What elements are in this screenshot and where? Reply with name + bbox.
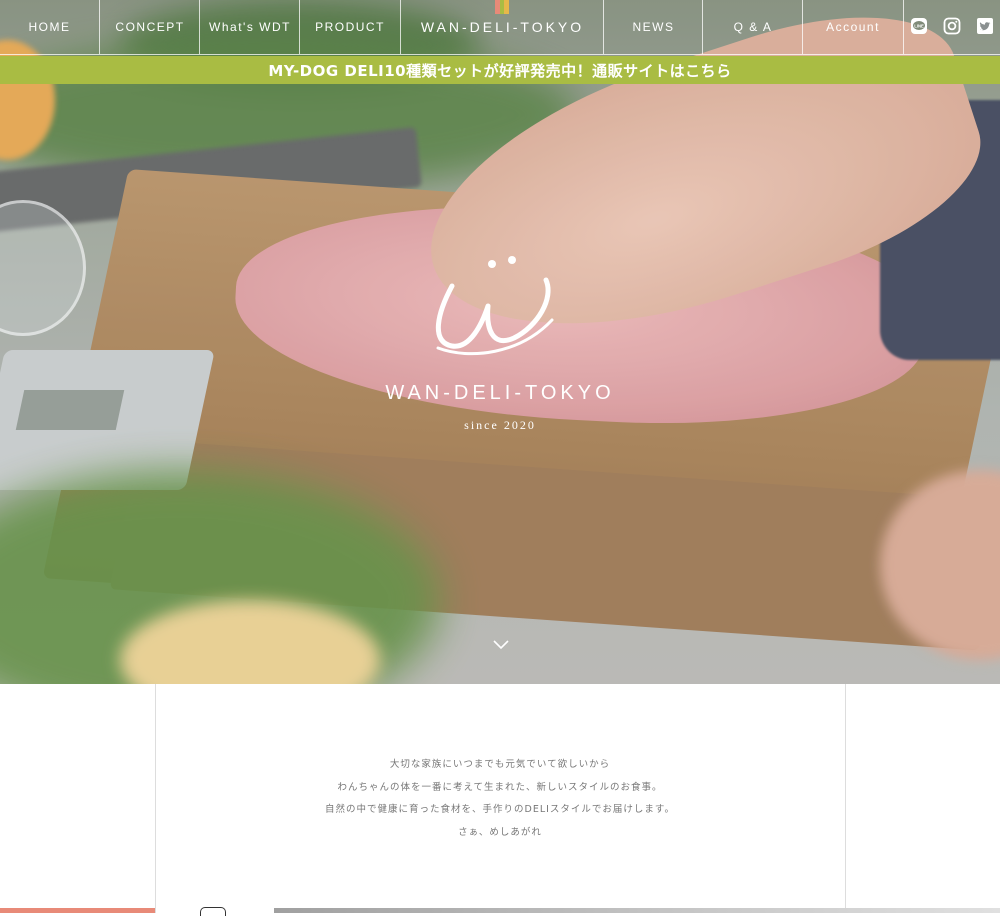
instagram-icon[interactable]: [943, 17, 961, 35]
concept-section: 大切な家族にいつまでも元気でいて欲しいから わんちゃんの体を一番に考えて生まれた…: [0, 684, 1000, 916]
hero-since: since 2020: [464, 418, 536, 432]
nav-concept[interactable]: CONCEPT: [99, 0, 200, 54]
concept-line: わんちゃんの体を一番に考えて生まれた、新しいスタイルのお食事。: [337, 781, 663, 793]
coral-strip: [0, 908, 155, 913]
bag-icon: [200, 907, 226, 916]
nav-qa[interactable]: Q & A: [702, 0, 803, 54]
nav-home[interactable]: HOME: [0, 0, 99, 54]
next-section-image: [274, 908, 1000, 913]
wan-deli-logo-mark: [435, 256, 554, 356]
site-logo[interactable]: WAN-DELI-TOKYO: [400, 0, 604, 54]
nav-product[interactable]: PRODUCT: [299, 0, 400, 54]
svg-text:LINE: LINE: [914, 23, 924, 28]
line-icon[interactable]: LINE: [910, 17, 928, 35]
concept-line: 大切な家族にいつまでも元気でいて欲しいから: [389, 759, 611, 770]
chevron-down-icon[interactable]: [493, 640, 509, 650]
hero-brand-name: WAN-DELI-TOKYO: [385, 382, 615, 404]
promo-banner[interactable]: MY-DOG DELI10種類セットが好評発売中！通販サイトはこちら: [0, 56, 1000, 84]
concept-line: 自然の中で健康に育った食材を、手作りのDELIスタイルでお届けします。: [325, 804, 675, 815]
twitter-icon[interactable]: [976, 17, 994, 35]
top-navigation: HOME CONCEPT What's WDT PRODUCT WAN-DELI…: [0, 0, 1000, 56]
nav-news[interactable]: NEWS: [603, 0, 703, 54]
nav-divider: [0, 54, 1000, 55]
nav-whats-wdt[interactable]: What's WDT: [199, 0, 300, 54]
concept-line: さぁ、めしあがれ: [458, 826, 542, 838]
nav-account[interactable]: Account: [802, 0, 904, 54]
concept-text: 大切な家族にいつまでも元気でいて欲しいから わんちゃんの体を一番に考えて生まれた…: [0, 754, 1000, 844]
